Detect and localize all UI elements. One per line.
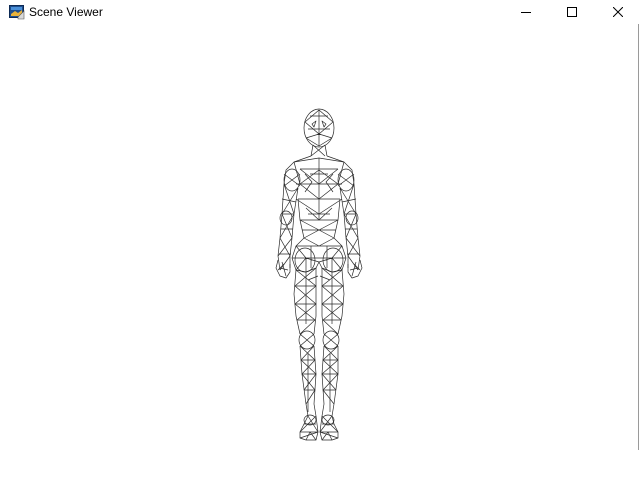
maximize-button[interactable] (549, 0, 595, 24)
window-title: Scene Viewer (29, 5, 103, 19)
title-bar[interactable]: Scene Viewer (0, 0, 641, 24)
minimize-icon (521, 7, 531, 17)
close-button[interactable] (595, 0, 641, 24)
scene-viewer-app-icon[interactable] (9, 4, 25, 20)
scene-viewport[interactable] (0, 24, 638, 450)
close-icon (613, 7, 623, 17)
wireframe-human-figure (275, 108, 363, 441)
scene-viewer-window: Scene Viewer (0, 0, 641, 502)
minimize-button[interactable] (503, 0, 549, 24)
maximize-icon (567, 7, 577, 17)
window-right-border (638, 24, 639, 450)
